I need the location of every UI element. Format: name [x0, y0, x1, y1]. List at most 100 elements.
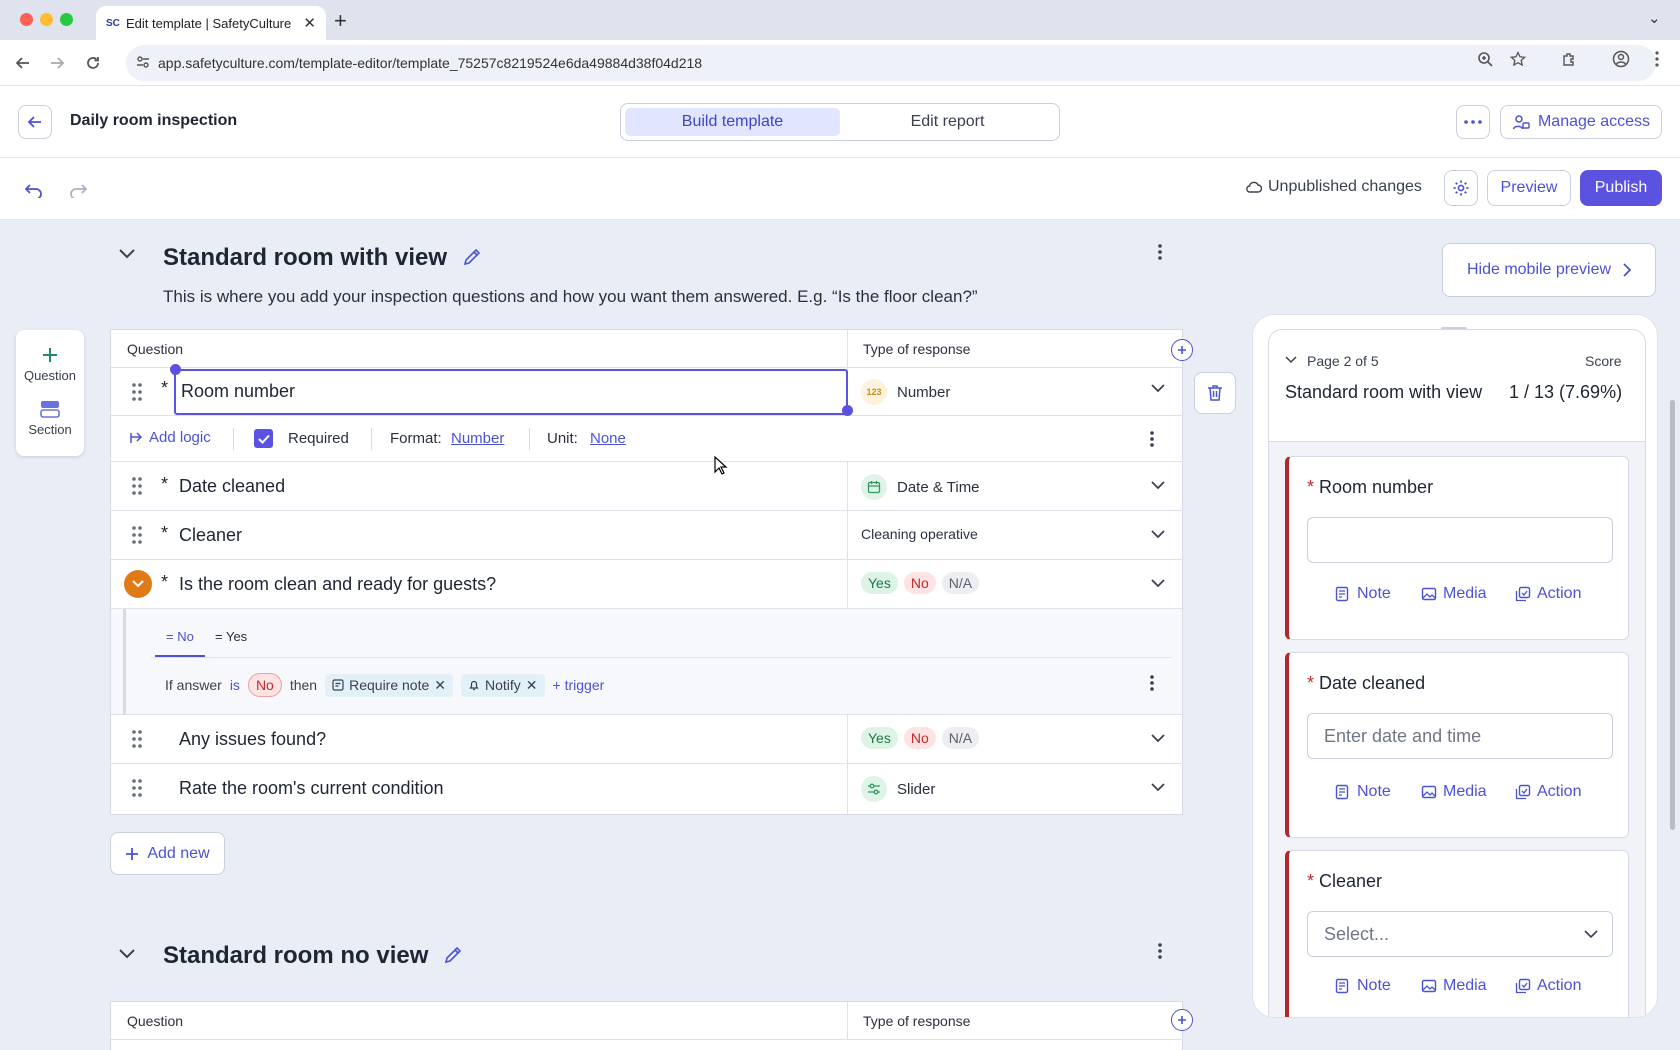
- edit-pencil-icon[interactable]: [443, 945, 463, 965]
- note-button[interactable]: Note: [1335, 783, 1391, 801]
- response-type[interactable]: 123 Number: [861, 379, 950, 405]
- browser-tab[interactable]: SC Edit template | SafetyCulture ✕: [96, 6, 326, 40]
- section-menu-icon[interactable]: [1158, 943, 1162, 959]
- section-title[interactable]: Standard room with view: [163, 244, 447, 272]
- format-value-link[interactable]: Number: [451, 430, 504, 447]
- action-button[interactable]: Action: [1515, 783, 1581, 801]
- add-new-button[interactable]: Add new: [110, 832, 225, 875]
- add-section-button[interactable]: Section: [16, 400, 84, 437]
- chevron-down-icon[interactable]: [1151, 783, 1165, 792]
- chevron-down-icon[interactable]: [1151, 734, 1165, 743]
- drag-handle-icon[interactable]: [131, 382, 145, 402]
- tab-edit-report[interactable]: Edit report: [840, 108, 1055, 136]
- note-button[interactable]: Note: [1335, 977, 1391, 995]
- new-tab-icon[interactable]: +: [334, 8, 347, 34]
- address-bar[interactable]: app.safetyculture.com/template-editor/te…: [126, 45, 1656, 81]
- page-scrollbar[interactable]: [1670, 400, 1675, 830]
- preview-button[interactable]: Preview: [1487, 170, 1571, 206]
- add-question-button[interactable]: Question: [16, 346, 84, 383]
- required-checkbox[interactable]: [254, 429, 273, 448]
- required-marker: *: [161, 523, 169, 543]
- settings-button[interactable]: [1444, 170, 1478, 206]
- action-button[interactable]: Action: [1515, 977, 1581, 995]
- tab-build-template[interactable]: Build template: [625, 108, 840, 136]
- back-button[interactable]: [18, 105, 52, 139]
- response-no: No: [903, 727, 936, 749]
- logic-tab-no[interactable]: = No: [166, 629, 194, 644]
- zoom-icon[interactable]: [1474, 48, 1496, 70]
- drag-handle-icon[interactable]: [131, 729, 145, 749]
- more-options-button[interactable]: [1456, 105, 1490, 139]
- unit-value-link[interactable]: None: [590, 430, 626, 447]
- table-row[interactable]: * Cleaner Cleaning operative: [111, 511, 1182, 560]
- site-info-icon[interactable]: [136, 55, 150, 69]
- chevron-down-icon[interactable]: [1285, 356, 1297, 364]
- tab-search-icon[interactable]: ⌄: [1648, 9, 1661, 27]
- table-row[interactable]: * Date cleaned Date & Time: [111, 462, 1182, 511]
- remove-icon[interactable]: ✕: [434, 677, 446, 694]
- remove-icon[interactable]: ✕: [526, 677, 538, 694]
- notify-chip[interactable]: Notify ✕: [461, 673, 545, 697]
- media-button[interactable]: Media: [1421, 783, 1487, 801]
- response-type[interactable]: Slider: [861, 776, 935, 802]
- browser-menu-icon[interactable]: [1646, 48, 1668, 70]
- redo-icon[interactable]: [66, 178, 90, 202]
- add-trigger-link[interactable]: + trigger: [553, 677, 605, 693]
- drag-handle-icon[interactable]: [131, 525, 145, 545]
- require-note-chip[interactable]: Require note ✕: [325, 673, 453, 697]
- response-type[interactable]: Date & Time: [861, 474, 980, 500]
- close-window-button[interactable]: [20, 13, 33, 26]
- bookmark-star-icon[interactable]: [1507, 48, 1529, 70]
- manage-access-button[interactable]: Manage access: [1500, 105, 1662, 139]
- action-button[interactable]: Action: [1515, 585, 1581, 603]
- preview-number-input[interactable]: [1307, 517, 1613, 563]
- back-icon[interactable]: [10, 50, 36, 76]
- preview-date-input[interactable]: Enter date and time: [1307, 713, 1613, 759]
- operator-link[interactable]: is: [230, 677, 240, 693]
- section-title[interactable]: Standard room no view: [163, 942, 428, 970]
- media-button[interactable]: Media: [1421, 585, 1487, 603]
- collapse-section-icon[interactable]: [118, 948, 136, 960]
- question-menu-icon[interactable]: [1150, 431, 1154, 447]
- reload-icon[interactable]: [80, 50, 106, 76]
- publish-button[interactable]: Publish: [1580, 170, 1662, 206]
- note-button[interactable]: Note: [1335, 585, 1391, 603]
- section-menu-icon[interactable]: [1158, 244, 1162, 260]
- table-row[interactable]: * Room number 123 Number: [111, 364, 1182, 416]
- preview-select-input[interactable]: Select...: [1307, 911, 1613, 957]
- question-options-bar: Add logic Required Format: Number Unit: …: [111, 416, 1182, 462]
- chevron-down-icon[interactable]: [1151, 384, 1165, 393]
- undo-icon[interactable]: [22, 178, 46, 202]
- chevron-down-icon[interactable]: [1151, 481, 1165, 490]
- table-row[interactable]: * Is the room clean and ready for guests…: [111, 560, 1182, 609]
- media-button[interactable]: Media: [1421, 977, 1487, 995]
- resize-handle[interactable]: [842, 405, 853, 416]
- chevron-down-icon[interactable]: [1151, 530, 1165, 539]
- close-tab-icon[interactable]: ✕: [303, 14, 316, 32]
- answer-chip[interactable]: No: [247, 673, 282, 697]
- drag-handle-icon[interactable]: [131, 476, 145, 496]
- minimize-window-button[interactable]: [40, 13, 53, 26]
- collapse-section-icon[interactable]: [118, 248, 136, 260]
- edit-pencil-icon[interactable]: [462, 247, 482, 267]
- logic-toggle-button[interactable]: [124, 570, 152, 598]
- forward-icon[interactable]: [44, 50, 70, 76]
- response-set[interactable]: Yes No N/A: [861, 727, 980, 749]
- logic-menu-icon[interactable]: [1150, 675, 1154, 691]
- add-column-button[interactable]: [1171, 1009, 1193, 1031]
- logic-tab-yes[interactable]: = Yes: [215, 629, 247, 644]
- add-logic-button[interactable]: Add logic: [129, 429, 211, 446]
- response-type[interactable]: Cleaning operative: [861, 526, 978, 542]
- extensions-icon[interactable]: [1558, 48, 1580, 70]
- response-set[interactable]: Yes No N/A: [861, 572, 980, 594]
- add-column-button[interactable]: [1171, 339, 1193, 361]
- drag-handle-icon[interactable]: [131, 778, 145, 798]
- table-row[interactable]: Any issues found? Yes No N/A: [111, 715, 1182, 764]
- maximize-window-button[interactable]: [60, 13, 73, 26]
- profile-icon[interactable]: [1610, 48, 1632, 70]
- table-row[interactable]: Rate the room's current condition Slider: [111, 764, 1182, 814]
- delete-question-button[interactable]: [1194, 372, 1236, 414]
- resize-handle[interactable]: [170, 364, 181, 375]
- hide-mobile-preview-button[interactable]: Hide mobile preview: [1442, 243, 1656, 297]
- chevron-down-icon[interactable]: [1151, 579, 1165, 588]
